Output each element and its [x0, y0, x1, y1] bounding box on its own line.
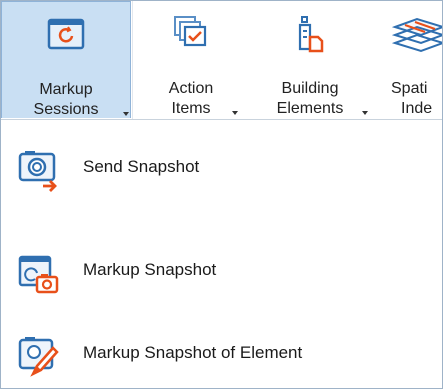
building-elements-icon	[290, 15, 330, 60]
spatial-index-icon	[391, 15, 442, 60]
menu-item-markup-snapshot[interactable]: Markup Snapshot	[1, 243, 442, 303]
markup-snapshot-icon	[17, 251, 61, 300]
spatial-index-button[interactable]: Spati Inde	[379, 1, 442, 118]
ribbon: Markup Sessions Action Items Building El…	[1, 1, 442, 120]
markup-sessions-label: Markup Sessions	[33, 81, 99, 118]
menu-item-label: Markup Snapshot of Element	[83, 343, 303, 362]
menu-item-markup-snapshot-of-element[interactable]: Markup Snapshot of Element	[1, 326, 442, 386]
window-frame: Markup Sessions Action Items Building El…	[0, 0, 443, 389]
menu-item-send-snapshot[interactable]: Send Snapshot	[1, 140, 442, 200]
action-items-button[interactable]: Action Items	[141, 1, 241, 118]
chevron-down-icon	[232, 111, 238, 115]
markup-snapshot-element-icon	[17, 334, 61, 383]
spatial-index-label: Spati Inde	[391, 80, 433, 117]
action-items-label: Action Items	[168, 80, 214, 117]
building-elements-button[interactable]: Building Elements	[251, 1, 369, 118]
markup-sessions-icon	[46, 16, 86, 57]
building-elements-label: Building Elements	[276, 80, 344, 117]
action-items-icon	[171, 15, 211, 56]
ribbon-divider	[132, 1, 133, 119]
menu-item-label: Send Snapshot	[83, 157, 200, 176]
markup-sessions-button[interactable]: Markup Sessions	[1, 1, 131, 118]
chevron-down-icon	[362, 111, 368, 115]
menu-item-label: Markup Snapshot	[83, 260, 217, 279]
send-snapshot-icon	[17, 148, 61, 197]
chevron-down-icon	[123, 112, 129, 116]
